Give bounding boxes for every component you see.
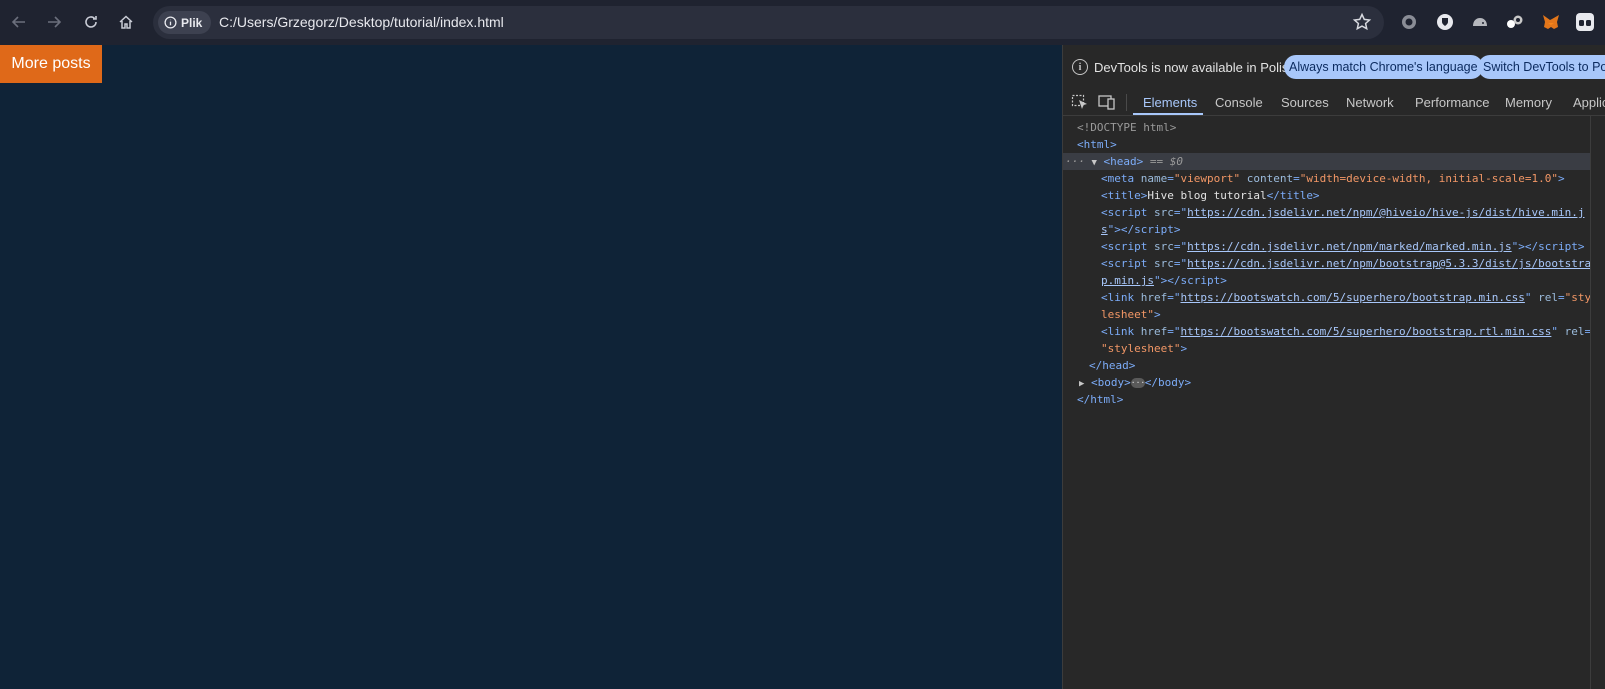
forward-button[interactable] <box>41 9 67 35</box>
site-info-label: Plik <box>181 15 203 30</box>
home-icon <box>119 15 133 29</box>
tab-application[interactable]: Applic <box>1573 95 1605 110</box>
reload-button[interactable] <box>78 9 104 35</box>
fox-extension-icon <box>1543 15 1559 29</box>
page-viewport: More posts <box>0 45 1062 689</box>
device-toolbar-button[interactable] <box>1098 94 1116 110</box>
reload-icon <box>85 16 97 28</box>
tab-performance[interactable]: Performance <box>1415 95 1489 110</box>
inspect-cursor-icon <box>1071 94 1087 109</box>
balls-extension-icon <box>1507 15 1523 28</box>
arrow-right-icon <box>48 16 62 28</box>
hedgehog-extension-icon <box>1473 18 1487 26</box>
back-button[interactable] <box>6 9 32 35</box>
more-posts-button[interactable]: More posts <box>0 45 102 83</box>
url-text[interactable]: C:/Users/Grzegorz/Desktop/tutorial/index… <box>219 14 504 30</box>
inspect-element-button[interactable] <box>1071 94 1089 110</box>
device-icon <box>1098 95 1115 110</box>
info-icon: i <box>1072 59 1088 75</box>
info-icon <box>164 16 177 29</box>
head-close-node[interactable]: </head> <box>1089 357 1135 374</box>
script-hive-node[interactable]: <script src="https://cdn.jsdelivr.net/np… <box>1101 204 1584 221</box>
meta-viewport-node[interactable]: <meta name="viewport" content="width=dev… <box>1101 170 1565 187</box>
devtools-panel: i DevTools is now available in Polish! A… <box>1062 45 1605 689</box>
extension-balls[interactable] <box>1505 12 1525 32</box>
devtools-tabbar: Elements Console Sources Network Perform… <box>1063 89 1605 116</box>
home-button[interactable] <box>113 9 139 35</box>
title-node[interactable]: <title>Hive blog tutorial</title> <box>1101 187 1320 204</box>
site-info-chip[interactable]: Plik <box>158 11 212 34</box>
script-hive-node-cont: s"></script> <box>1101 223 1181 236</box>
active-tab-indicator <box>1133 113 1203 115</box>
link-bootstrap-css-node[interactable]: <link href="https://bootswatch.com/5/sup… <box>1101 289 1591 306</box>
html-node[interactable]: <html> <box>1077 136 1117 153</box>
styles-pane-edge <box>1590 116 1605 689</box>
bookmark-star-button[interactable] <box>1352 12 1372 37</box>
extension-glasses[interactable] <box>1575 12 1595 32</box>
script-bootstrap-node[interactable]: <script src="https://cdn.jsdelivr.net/np… <box>1101 255 1591 272</box>
star-icon <box>1352 12 1372 31</box>
tab-console[interactable]: Console <box>1215 95 1263 110</box>
collapsed-triangle-icon[interactable]: ▶ <box>1079 379 1084 389</box>
link-bootstrap-css-node-cont: lesheet"> <box>1101 308 1161 321</box>
script-bootstrap-node-cont: p.min.js"></script> <box>1101 274 1227 287</box>
address-bar[interactable]: Plik C:/Users/Grzegorz/Desktop/tutorial/… <box>153 6 1384 39</box>
html-close-node[interactable]: </html> <box>1077 391 1123 408</box>
link-bootstrap-rtl-node[interactable]: <link href="https://bootswatch.com/5/sup… <box>1101 323 1591 340</box>
devtools-infobar: i DevTools is now available in Polish! A… <box>1063 45 1605 89</box>
extension-metamask[interactable] <box>1541 12 1561 32</box>
toolbar-separator <box>1126 94 1127 111</box>
infobar-message: DevTools is now available in Polish! <box>1094 60 1300 75</box>
link-bootstrap-rtl-node-cont: "stylesheet"> <box>1101 342 1188 355</box>
tab-elements[interactable]: Elements <box>1143 95 1197 110</box>
browser-toolbar: Plik C:/Users/Grzegorz/Desktop/tutorial/… <box>0 0 1605 45</box>
circle-extension-icon <box>1402 15 1416 29</box>
elements-tree: <!DOCTYPE html> <html> ··· ▼ <head> == $… <box>1063 117 1591 689</box>
tab-sources[interactable]: Sources <box>1281 95 1329 110</box>
extension-circle[interactable] <box>1399 12 1419 32</box>
extension-hedgehog[interactable] <box>1470 12 1490 32</box>
glasses-extension-icon <box>1576 13 1594 31</box>
extension-bitwarden[interactable] <box>1435 12 1455 32</box>
expanded-triangle-icon[interactable]: ▼ <box>1092 158 1097 168</box>
shield-extension-icon <box>1437 14 1453 30</box>
tab-memory[interactable]: Memory <box>1505 95 1552 110</box>
switch-devtools-polish-button[interactable]: Switch DevTools to Pol <box>1478 55 1605 79</box>
tab-network[interactable]: Network <box>1346 95 1394 110</box>
doctype-node[interactable]: <!DOCTYPE html> <box>1077 119 1176 136</box>
script-marked-node[interactable]: <script src="https://cdn.jsdelivr.net/np… <box>1101 238 1584 255</box>
arrow-left-icon <box>11 16 25 28</box>
always-match-language-button[interactable]: Always match Chrome's language <box>1284 55 1483 79</box>
ellipsis-icon[interactable]: ··· <box>1130 378 1145 388</box>
